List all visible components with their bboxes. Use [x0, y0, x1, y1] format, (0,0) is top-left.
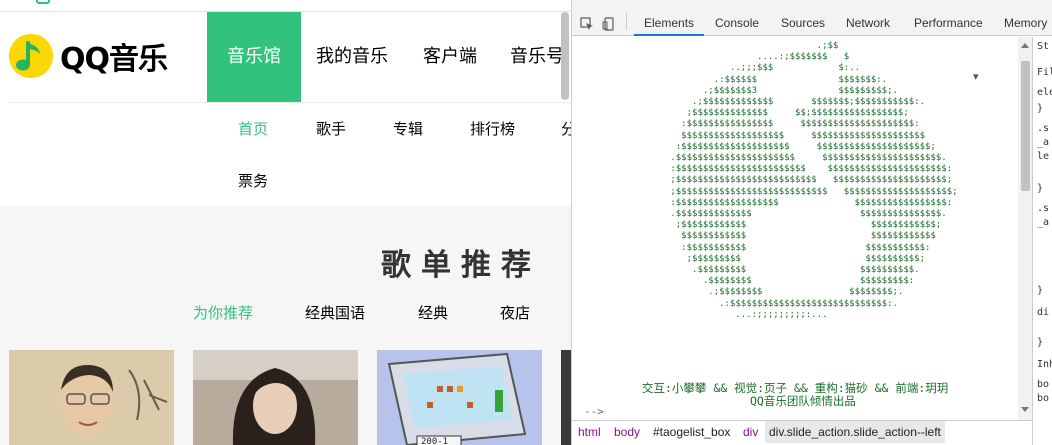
- styles-rule-text: bo: [1037, 393, 1050, 404]
- nav-client[interactable]: 客户端: [412, 12, 488, 102]
- styles-rule-text: }: [1037, 285, 1044, 296]
- subnav-albums[interactable]: 专辑: [393, 118, 423, 139]
- html-comment-ascii-art: .;$$ ....:;$$$$$$$ $ ..;;;$$$ $:.. .:$$$…: [670, 41, 958, 320]
- scroll-up-arrow-icon[interactable]: [1021, 43, 1029, 48]
- subnav-categories[interactable]: 分: [561, 118, 571, 139]
- styles-rule-text: .s: [1037, 203, 1050, 214]
- styles-tab-label[interactable]: St: [1037, 41, 1049, 52]
- nav-divider: [9, 102, 571, 103]
- styles-rule-text: ele: [1037, 87, 1052, 98]
- green-tick-icon: [36, 0, 50, 4]
- elements-source-view: ▾ .;$$ ....:;$$$$$$$ $ ..;;;$$$ $:.. .:$…: [572, 37, 1022, 420]
- cartridge-caption: 200-1: [421, 437, 448, 445]
- breadcrumb-body[interactable]: body: [614, 421, 640, 443]
- devtools-panel: Elements Console Sources Network Perform…: [572, 0, 1052, 445]
- section-title: 歌单推荐: [381, 248, 541, 283]
- styles-rule-text: _a: [1037, 217, 1050, 228]
- tab-elements[interactable]: Elements: [634, 0, 705, 36]
- tab-classic[interactable]: 经典: [418, 302, 448, 323]
- tab-recommended[interactable]: 为你推荐: [193, 302, 253, 323]
- subnav-tickets[interactable]: 票务: [238, 170, 268, 191]
- tab-performance[interactable]: Performance: [914, 0, 983, 36]
- site-header: QQ音乐 音乐馆 我的音乐 客户端 音乐号: [0, 12, 571, 102]
- inherited-label: Inh: [1037, 359, 1052, 370]
- comment-close-marker: -->: [584, 405, 604, 418]
- screen: QQ音乐 音乐馆 我的音乐 客户端 音乐号 首页 歌手 专辑 排行榜 分 票务 …: [0, 0, 1052, 445]
- webpage-viewport: QQ音乐 音乐馆 我的音乐 客户端 音乐号 首页 歌手 专辑 排行榜 分 票务 …: [0, 0, 571, 445]
- styles-rule-text: _a: [1037, 137, 1050, 148]
- playlist-card-game-cartridge[interactable]: 200-1: [377, 350, 542, 445]
- styles-pane: St Fil ele } .s _a le } .s _a } di } Inh…: [1032, 37, 1052, 445]
- playlist-card-woman-portrait[interactable]: [193, 350, 358, 445]
- collapse-caret-icon[interactable]: ▾: [973, 70, 979, 83]
- devtools-toolbar: Elements Console Sources Network Perform…: [572, 0, 1052, 36]
- subnav-singers[interactable]: 歌手: [316, 118, 346, 139]
- styles-rule-text: }: [1037, 337, 1044, 348]
- dom-breadcrumb: html body #taogelist_box div div.slide_a…: [572, 420, 1032, 445]
- scroll-down-arrow-icon[interactable]: [1021, 407, 1029, 412]
- toolbar-separator: [626, 12, 627, 30]
- site-logo-text[interactable]: QQ音乐: [60, 34, 168, 78]
- subnav-home[interactable]: 首页: [238, 118, 268, 139]
- styles-filter-field[interactable]: Fil: [1037, 67, 1052, 78]
- device-toolbar-icon[interactable]: [602, 16, 616, 31]
- tab-console[interactable]: Console: [715, 0, 759, 36]
- nav-my-music[interactable]: 我的音乐: [306, 12, 398, 102]
- nav-music-hall[interactable]: 音乐馆: [207, 12, 301, 102]
- tab-memory[interactable]: Memory: [1004, 0, 1047, 36]
- breadcrumb-taogelist-box[interactable]: #taogelist_box: [653, 421, 730, 443]
- elements-scrollbar[interactable]: [1018, 37, 1032, 420]
- styles-rule-text: }: [1037, 103, 1044, 114]
- page-scrollbar-thumb[interactable]: [561, 12, 569, 100]
- breadcrumb-slide-action[interactable]: div.slide_action.slide_action--left: [765, 421, 945, 443]
- playlist-card-dark[interactable]: [561, 350, 571, 445]
- styles-rule-text: di: [1037, 307, 1050, 318]
- breadcrumb-div[interactable]: div: [743, 421, 758, 443]
- styles-rule-text: }: [1037, 183, 1044, 194]
- subnav-charts[interactable]: 排行榜: [470, 118, 515, 139]
- inspect-element-icon[interactable]: [580, 16, 594, 30]
- tab-nightclub[interactable]: 夜店: [500, 302, 530, 323]
- tab-sources[interactable]: Sources: [781, 0, 825, 36]
- playlist-card-man-portrait[interactable]: [9, 350, 174, 445]
- styles-rule-text: le: [1037, 151, 1050, 162]
- top-strip: [0, 0, 571, 12]
- breadcrumb-html[interactable]: html: [578, 421, 601, 443]
- tab-classic-mandarin[interactable]: 经典国语: [305, 302, 365, 323]
- qq-music-logo-icon[interactable]: [9, 34, 53, 78]
- tab-network[interactable]: Network: [846, 0, 890, 36]
- styles-rule-text: bo: [1037, 379, 1050, 390]
- credit-line-team: QQ音乐团队倾情出品: [750, 394, 856, 408]
- elements-scrollbar-thumb[interactable]: [1021, 61, 1030, 191]
- styles-rule-text: .s: [1037, 123, 1050, 134]
